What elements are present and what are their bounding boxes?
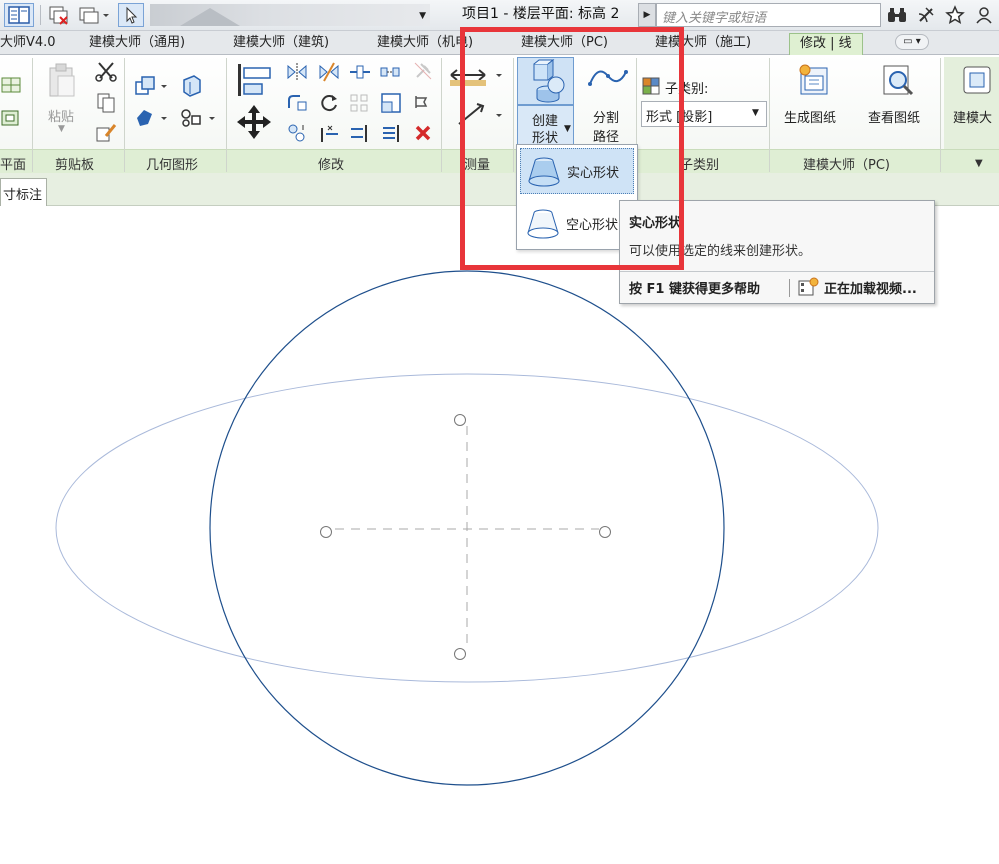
select-button[interactable] [118,3,144,27]
unpin-icon[interactable] [412,92,434,112]
tab-master-general[interactable]: 建模大师（通用) [89,33,185,55]
endpoint-grip-top [454,414,466,426]
app-menu-button[interactable] [4,3,34,27]
search-expand-button[interactable]: ▶ [638,3,656,27]
minimize-ribbon-button[interactable]: ▭ ▾ [895,34,929,50]
switch-windows-icon [79,7,109,24]
satellite-icon [918,7,934,23]
search-input[interactable]: 键入关键字或短语 [656,3,881,27]
split-face-icon[interactable] [178,106,218,130]
favorites-button[interactable] [943,3,967,27]
modeling-master-icon [963,66,991,94]
paste-icon [49,63,75,97]
panel-label-subcategory: 子类别 [680,158,720,173]
generate-drawing-icon[interactable] [795,62,835,98]
panel-expand-icon[interactable]: ▼ [975,158,983,169]
modeling-master-label: 建模大 [953,111,993,126]
switch-windows-button[interactable] [76,3,112,27]
offset-icon[interactable] [348,62,372,82]
align-icon[interactable] [234,60,274,100]
doc-tab-dimension[interactable]: 寸标注 [0,178,48,206]
paste-button[interactable] [44,62,80,100]
tab-master-v4[interactable]: 大师V4.0 [0,33,56,55]
close-hidden-button[interactable] [46,3,72,27]
set-plane-icon[interactable] [0,108,22,128]
scale-icon[interactable] [380,92,402,114]
tooltip-help: 按 F1 键获得更多帮助 [629,282,760,297]
panel-label-plane: 平面 [0,158,27,173]
comm-center-button[interactable] [914,3,938,27]
tab-master-mep[interactable]: 建模大师（机电) [377,33,473,55]
paste-dropdown-icon[interactable]: ▼ [58,124,65,134]
pin-disabled-icon [412,60,434,82]
panel-label-clipboard: 剪贴板 [55,158,95,173]
binoculars-icon [888,8,906,22]
panel-label-modeling-master-pc: 建模大师（PC) [803,158,890,173]
drawing-canvas[interactable] [0,207,999,864]
workplane-icon[interactable] [0,76,22,94]
move-icon[interactable] [234,102,274,142]
panel-label-geometry: 几何图形 [146,158,199,173]
user-icon [976,7,992,24]
rotate-icon[interactable] [318,92,340,114]
user-button[interactable] [972,3,996,27]
tab-modify-lines[interactable]: 修改 | 线 [789,33,863,55]
trim-disabled-icon [348,92,370,114]
endpoint-grip-left [320,526,332,538]
endpoint-grip-right [599,526,611,538]
tooltip-video-status: 正在加载视频... [824,282,917,297]
dropdown-arrow-icon[interactable]: ▼ [419,11,426,21]
trim-extend-icon[interactable] [318,122,340,144]
mirror-draw-icon[interactable] [318,62,340,82]
tooltip-divider [620,271,934,272]
close-window-icon [49,6,68,25]
highlight-box [460,27,684,270]
cut-icon[interactable] [94,60,118,82]
tooltip-vertical-divider [789,279,790,297]
extend-multiple-icon[interactable] [348,122,370,144]
copy-icon[interactable] [94,92,118,114]
delete-icon[interactable] [412,122,434,144]
view-drawing-icon[interactable] [878,62,918,98]
star-icon [945,5,965,25]
extend-single-icon[interactable] [380,122,402,144]
generate-drawing-label[interactable]: 生成图纸 [784,107,836,126]
qat-customize-area: ▼ [150,4,430,26]
mirror-axis-icon[interactable] [286,62,308,82]
paste-label: 粘贴 [48,110,75,125]
cursor-icon [126,6,138,24]
chevron-down-icon: ▼ [752,108,759,118]
wall-join-icon[interactable] [134,106,170,130]
split-element-icon[interactable] [286,122,308,144]
binoculars-button[interactable] [884,3,910,27]
modeling-master-button[interactable]: 建模大 [944,57,999,149]
match-properties-icon[interactable] [94,122,118,144]
view-drawing-label[interactable]: 查看图纸 [868,107,920,126]
tab-master-architecture[interactable]: 建模大师（建筑) [233,33,329,55]
join-geometry-icon[interactable] [134,74,170,98]
copy-element-icon[interactable] [286,92,308,112]
array-icon[interactable] [378,62,402,82]
app-icon [8,6,30,24]
cut-geometry-icon[interactable] [180,74,204,98]
window-title: 项目1 - 楼层平面: 标高 2 [462,6,620,22]
panel-label-modify: 修改 [318,158,345,173]
endpoint-grip-bottom [454,648,466,660]
video-icon [797,277,819,301]
